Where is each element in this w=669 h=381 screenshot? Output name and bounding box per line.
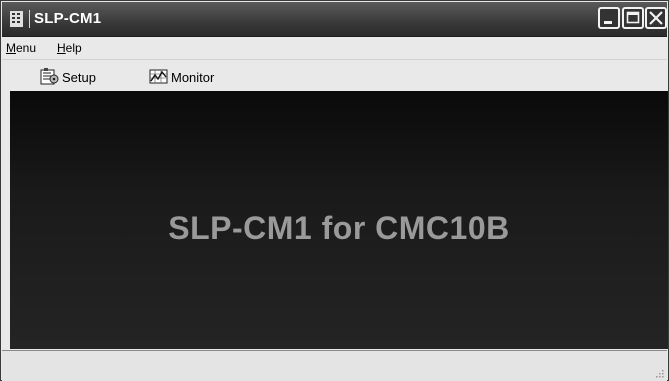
minimize-icon bbox=[604, 21, 612, 24]
title-separator bbox=[29, 10, 30, 28]
window-title: SLP-CM1 bbox=[34, 10, 102, 27]
close-button[interactable] bbox=[645, 7, 667, 29]
toolbar: Setup Monitor bbox=[2, 59, 667, 91]
app-icon[interactable] bbox=[10, 11, 23, 27]
menu-item-help[interactable]: Help bbox=[57, 41, 82, 55]
menu-item-help-mnemonic: H bbox=[57, 41, 66, 55]
maximize-button[interactable] bbox=[622, 7, 644, 29]
menu-item-menu-rest: enu bbox=[16, 41, 37, 55]
status-bar bbox=[2, 350, 667, 381]
menu-item-help-rest: elp bbox=[65, 41, 82, 55]
menu-item-menu[interactable]: Menu bbox=[6, 41, 36, 55]
setup-label: Setup bbox=[62, 70, 96, 85]
monitor-label: Monitor bbox=[171, 70, 215, 85]
maximize-icon bbox=[626, 11, 640, 24]
splash-banner: SLP-CM1 for CMC10B bbox=[168, 210, 510, 246]
main-content-area: SLP-CM1 for CMC10B bbox=[10, 91, 668, 349]
left-margin bbox=[2, 91, 10, 349]
app-window: SLP-CM1 Menu Help Setup Monitor SLP-CM1 … bbox=[0, 0, 669, 381]
setup-icon bbox=[40, 68, 59, 85]
menu-item-menu-mnemonic: M bbox=[6, 41, 16, 55]
title-bar[interactable]: SLP-CM1 bbox=[2, 2, 667, 37]
close-icon bbox=[649, 11, 663, 25]
resize-grip-icon[interactable] bbox=[654, 368, 664, 378]
setup-button[interactable]: Setup bbox=[40, 68, 115, 86]
menu-bar: Menu Help bbox=[2, 37, 667, 59]
monitor-icon bbox=[149, 69, 168, 84]
monitor-button[interactable]: Monitor bbox=[149, 68, 239, 86]
minimize-button[interactable] bbox=[598, 7, 620, 29]
